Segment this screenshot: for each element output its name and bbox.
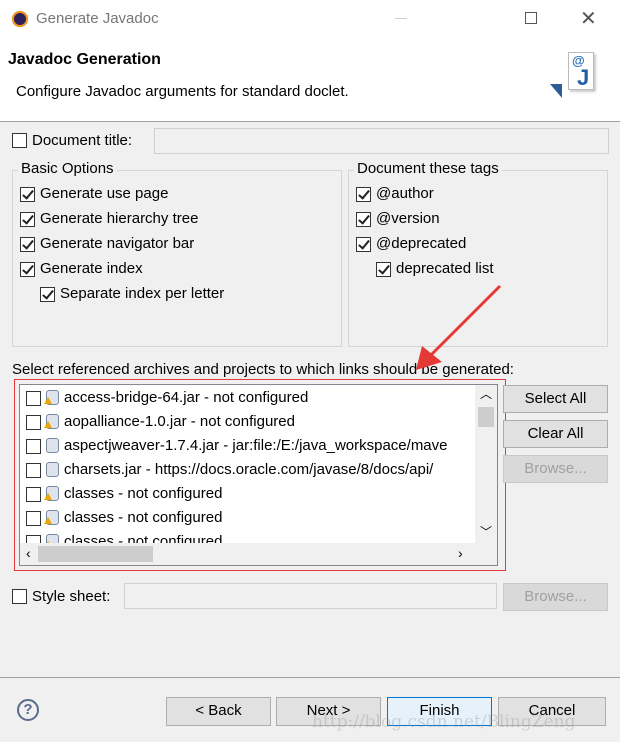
warning-icon <box>44 517 52 524</box>
scroll-left-icon[interactable]: ‹ <box>26 545 31 561</box>
generate-index-checkbox[interactable] <box>20 262 35 277</box>
warning-icon <box>44 421 52 428</box>
browse-style-sheet-button[interactable]: Browse... <box>503 583 608 611</box>
horizontal-scroll-thumb[interactable] <box>38 546 153 562</box>
back-button[interactable]: < Back <box>166 697 271 726</box>
document-title-input[interactable] <box>154 128 609 154</box>
wizard-header: Javadoc Generation Configure Javadoc arg… <box>0 38 620 122</box>
archive-label: access-bridge-64.jar - not configured <box>64 389 309 406</box>
option-label: Generate navigator bar <box>40 235 195 252</box>
archive-checkbox[interactable] <box>26 415 41 430</box>
document-title-label: Document title: <box>32 132 133 149</box>
minimize-button[interactable] <box>395 18 407 19</box>
eclipse-icon <box>12 11 28 27</box>
jar-icon <box>46 462 59 477</box>
scroll-up-icon[interactable]: ︿ <box>480 385 492 402</box>
tag-label: deprecated list <box>396 260 494 277</box>
title-bar: Generate Javadoc ✕ <box>0 0 620 38</box>
archive-checkbox[interactable] <box>26 511 41 526</box>
archive-checkbox[interactable] <box>26 391 41 406</box>
archive-label: classes - not configured <box>64 509 223 526</box>
deprecated-list-checkbox[interactable] <box>376 262 391 277</box>
option-label: Separate index per letter <box>60 285 225 302</box>
window-title: Generate Javadoc <box>36 10 159 27</box>
generate-navigator-bar-checkbox[interactable] <box>20 237 35 252</box>
style-sheet-input[interactable] <box>124 583 497 609</box>
option-label: Generate index <box>40 260 143 277</box>
scroll-right-icon[interactable]: › <box>458 545 463 561</box>
document-tags-label: Document these tags <box>354 160 502 177</box>
generate-hierarchy-tree-checkbox[interactable] <box>20 212 35 227</box>
red-arrow-annotation <box>416 284 502 370</box>
option-label: Generate hierarchy tree <box>40 210 199 227</box>
close-button[interactable]: ✕ <box>580 6 597 31</box>
generate-use-page-checkbox[interactable] <box>20 187 35 202</box>
arrow-decoration <box>550 84 562 98</box>
archive-checkbox[interactable] <box>26 487 41 502</box>
style-sheet-checkbox[interactable] <box>12 589 27 604</box>
footer-separator <box>0 677 620 678</box>
vertical-scrollbar[interactable]: ︿ ﹀ <box>475 385 497 543</box>
horizontal-scrollbar[interactable]: ‹ › <box>20 543 497 565</box>
watermark: http://blog.csdn.net/BlingZeng <box>312 712 576 732</box>
author-checkbox[interactable] <box>356 187 371 202</box>
archive-label: classes - not configured <box>64 485 223 502</box>
browse-archive-button[interactable]: Browse... <box>503 455 608 483</box>
tag-label: @deprecated <box>376 235 467 252</box>
deprecated-checkbox[interactable] <box>356 237 371 252</box>
tag-label: @version <box>376 210 440 227</box>
maximize-button[interactable] <box>525 12 537 24</box>
option-label: Generate use page <box>40 185 169 202</box>
javadoc-icon: @ J <box>568 52 594 90</box>
warning-icon <box>44 493 52 500</box>
basic-options-label: Basic Options <box>18 160 117 177</box>
archive-checkbox[interactable] <box>26 463 41 478</box>
warning-icon <box>44 397 52 404</box>
separate-index-checkbox[interactable] <box>40 287 55 302</box>
page-title: Javadoc Generation <box>8 51 161 68</box>
scroll-thumb[interactable] <box>478 407 494 427</box>
document-title-checkbox[interactable] <box>12 133 27 148</box>
help-icon[interactable]: ? <box>17 699 39 721</box>
archive-label: charsets.jar - https://docs.oracle.com/j… <box>64 461 434 478</box>
version-checkbox[interactable] <box>356 212 371 227</box>
archive-label: aopalliance-1.0.jar - not configured <box>64 413 295 430</box>
jar-icon <box>46 438 59 453</box>
archives-list[interactable]: access-bridge-64.jar - not configured aop… <box>19 384 498 566</box>
clear-all-button[interactable]: Clear All <box>503 420 608 448</box>
archive-checkbox[interactable] <box>26 439 41 454</box>
archive-label: aspectjweaver-1.7.4.jar - jar:file:/E:/j… <box>64 437 448 454</box>
tag-label: @author <box>376 185 434 202</box>
select-all-button[interactable]: Select All <box>503 385 608 413</box>
scroll-down-icon[interactable]: ﹀ <box>480 523 492 540</box>
style-sheet-label: Style sheet: <box>32 588 111 605</box>
page-description: Configure Javadoc arguments for standard… <box>16 83 349 100</box>
